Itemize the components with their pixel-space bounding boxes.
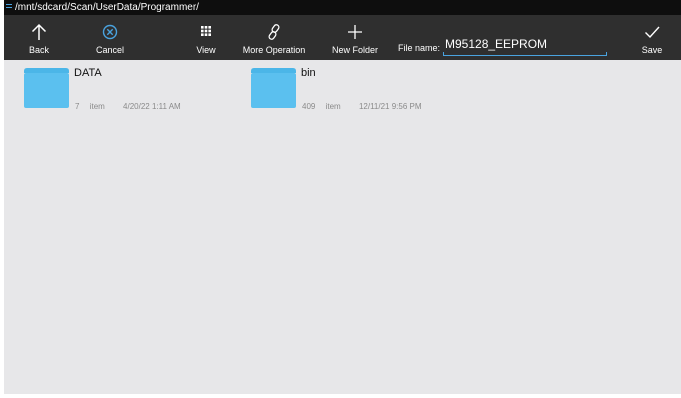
file-item-bin[interactable]: bin 409 item 12/11/21 9:56 PM: [251, 65, 471, 111]
item-count: 7 item: [75, 102, 105, 111]
view-button[interactable]: View: [190, 15, 222, 60]
file-item-name: bin: [301, 67, 316, 79]
checkmark-icon: [645, 26, 660, 39]
plus-icon: [348, 25, 362, 39]
toolbar: Back Cancel View More Operation New Fold…: [4, 15, 681, 60]
item-count: 409 item: [302, 102, 341, 111]
file-item-meta: 7 item 4/20/22 1:11 AM: [75, 102, 189, 111]
current-path: /mnt/sdcard/Scan/UserData/Programmer/: [15, 2, 199, 13]
path-bar: /mnt/sdcard/Scan/UserData/Programmer/: [4, 0, 681, 15]
file-item-meta: 409 item 12/11/21 9:56 PM: [302, 102, 430, 111]
folder-icon: [24, 68, 69, 108]
item-date: 12/11/21 9:56 PM: [358, 102, 422, 111]
link-icon: [268, 24, 280, 40]
more-operation-button[interactable]: More Operation: [232, 15, 316, 60]
file-save-screen: /mnt/sdcard/Scan/UserData/Programmer/ Ba…: [4, 0, 681, 394]
back-label: Back: [28, 45, 49, 55]
menu-icon[interactable]: [6, 4, 12, 11]
save-label: Save: [641, 45, 663, 55]
input-underline-left: [443, 52, 444, 56]
more-operation-label: More Operation: [242, 45, 306, 55]
folder-icon: [251, 68, 296, 108]
new-folder-button[interactable]: New Folder: [326, 15, 384, 60]
cancel-label: Cancel: [95, 45, 124, 55]
new-folder-label: New Folder: [331, 45, 378, 55]
arrow-up-icon: [31, 23, 47, 40]
file-item-data[interactable]: DATA 7 item 4/20/22 1:11 AM: [24, 65, 224, 111]
file-name-label: File name:: [398, 43, 441, 53]
grid-icon: [201, 26, 211, 36]
back-button[interactable]: Back: [22, 15, 56, 60]
save-button[interactable]: Save: [632, 15, 672, 60]
view-label: View: [196, 45, 216, 55]
input-underline-right: [606, 52, 607, 56]
file-item-name: DATA: [74, 67, 102, 79]
file-name-input[interactable]: [443, 33, 607, 56]
item-date: 4/20/22 1:11 AM: [123, 102, 181, 111]
cancel-circle-icon: [102, 24, 118, 40]
cancel-button[interactable]: Cancel: [90, 15, 130, 60]
